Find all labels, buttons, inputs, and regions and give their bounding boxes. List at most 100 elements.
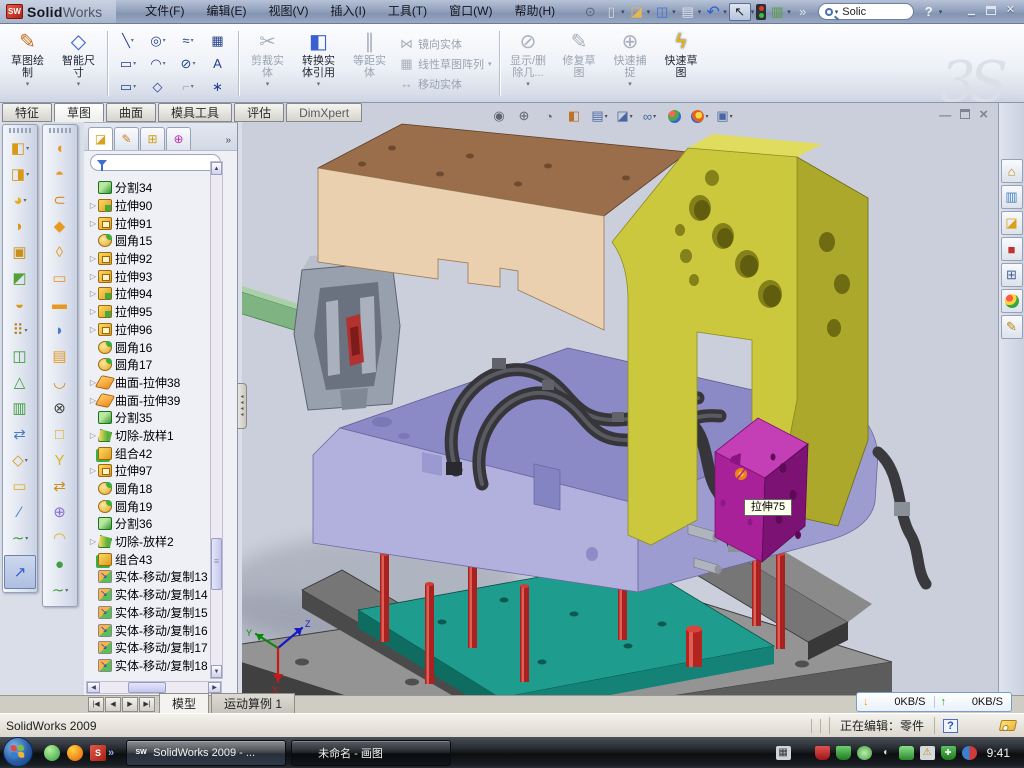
draft-icon[interactable]: ◩ — [5, 265, 35, 291]
knit-surface-icon[interactable]: ▤ — [45, 343, 75, 369]
tree-item[interactable]: ▷ 拉伸94 — [88, 285, 222, 303]
swept-boss-icon[interactable]: ◗ — [5, 213, 35, 239]
intersect-icon[interactable]: ▥ — [5, 395, 35, 421]
child-minimize-button[interactable] — [939, 109, 951, 121]
rectangle-icon[interactable]: ▭ ▾ — [113, 52, 143, 75]
appearances-scenes-icon[interactable] — [1001, 289, 1023, 313]
tree-item[interactable]: 圆角19 — [88, 497, 222, 515]
base-flange-icon[interactable]: ⊂ — [45, 187, 75, 213]
split-line-icon[interactable]: Y — [45, 447, 75, 473]
expand-arrow-icon[interactable]: ▷ — [88, 219, 98, 228]
design-library-icon[interactable]: ▥ — [1001, 185, 1023, 209]
help-icon[interactable]: ? — [919, 3, 939, 21]
expand-arrow-icon[interactable]: ▷ — [88, 289, 98, 298]
open-folder-icon[interactable]: ◪ — [627, 3, 647, 21]
pin-feature-icon[interactable]: ⊕ — [45, 499, 75, 525]
view-palette-icon[interactable]: ⊞ — [1001, 263, 1023, 287]
tab-nav-button[interactable]: ▶| — [139, 697, 155, 712]
model-side-core-unit[interactable] — [242, 250, 400, 410]
antivirus-shield-tray-icon[interactable] — [815, 746, 830, 760]
tree-item[interactable]: ▷ 拉伸97 — [88, 462, 222, 480]
search-input[interactable] — [842, 6, 892, 18]
tree-item[interactable]: 圆角18 — [88, 480, 222, 498]
tree-item[interactable]: 实体-移动/复制18 — [88, 657, 222, 675]
select-cursor-icon[interactable]: ↖ — [729, 3, 751, 21]
command-tab[interactable]: 草图 — [54, 103, 104, 122]
tree-item[interactable]: ▷ 曲面-拉伸39 — [88, 391, 222, 409]
trim-entities-button[interactable]: ✂ 剪裁实 体 ▾ — [242, 27, 293, 100]
camera-icon[interactable]: ▣ ▾ — [713, 106, 736, 126]
solidworks-resources-icon[interactable]: ⌂ — [1001, 159, 1023, 183]
selection-box-icon[interactable]: ▦ — [203, 29, 233, 52]
arc-icon[interactable]: ◠ ▾ — [143, 52, 173, 75]
minimize-button[interactable] — [964, 4, 979, 17]
line-icon[interactable]: ╲ ▾ — [113, 29, 143, 52]
section-view-icon[interactable]: ◧ — [563, 106, 586, 126]
quick-snaps-button[interactable]: ⊕ 快速捕 捉 ▾ — [605, 27, 656, 100]
zoom-to-area-icon[interactable]: ⊕ — [513, 106, 536, 126]
3d-model-exploded-mold-assembly[interactable]: Y Z X — [242, 122, 998, 695]
expand-arrow-icon[interactable]: ▷ — [88, 466, 98, 475]
apply-scene-icon[interactable] — [663, 106, 686, 126]
point-icon[interactable]: ∗ — [203, 75, 233, 98]
scroll-left-icon[interactable]: ◀ — [87, 682, 100, 693]
flex-icon[interactable]: ◊ — [45, 239, 75, 265]
tab-nav-button[interactable]: ◀ — [105, 697, 121, 712]
tree-item[interactable]: 实体-移动/复制16 — [88, 621, 222, 639]
ellipse-icon[interactable]: ⊘ ▾ — [173, 52, 203, 75]
tree-item[interactable]: 实体-移动/复制17 — [88, 639, 222, 657]
command-tab[interactable]: DimXpert — [286, 103, 362, 122]
extruded-boss-icon[interactable]: ◧ ▾ — [5, 135, 35, 161]
command-tab[interactable]: 曲面 — [106, 103, 156, 122]
planar-surface-icon[interactable]: ▬ — [45, 291, 75, 317]
hide-show-items-icon[interactable]: ∞ ▾ — [638, 106, 661, 126]
tree-item[interactable]: 分割34 — [88, 179, 222, 197]
offset-entities-button[interactable]: ∥ 等距实 体 — [344, 27, 395, 100]
menu-item[interactable]: 窗口(W) — [438, 0, 503, 23]
move-copy-body-icon[interactable]: ⇄ — [5, 421, 35, 447]
rapid-sketch-button[interactable]: ϟ 快速草 图 — [656, 27, 707, 100]
tree-vertical-scrollbar[interactable]: ▲ ▼ — [210, 161, 223, 679]
menu-item[interactable]: 帮助(H) — [503, 0, 566, 23]
shell-icon[interactable]: ▣ — [5, 239, 35, 265]
tree-item[interactable]: ▷ 拉伸95 — [88, 303, 222, 321]
expand-arrow-icon[interactable]: ▷ — [88, 307, 98, 316]
menu-item[interactable]: 插入(I) — [319, 0, 376, 23]
scroll-up-icon[interactable]: ▲ — [211, 162, 222, 175]
tree-item[interactable]: ▷ 拉伸93 — [88, 267, 222, 285]
spline-icon[interactable]: ≈ ▾ — [173, 29, 203, 52]
reference-axis-icon[interactable]: ∕ — [5, 499, 35, 525]
messenger-tray-icon[interactable] — [899, 746, 914, 760]
close-button[interactable] — [1003, 4, 1018, 17]
slot-icon[interactable]: ▭ ▾ — [113, 75, 143, 98]
command-tab[interactable]: 评估 — [234, 103, 284, 122]
launch-browser-icon[interactable] — [44, 745, 60, 761]
expand-arrow-icon[interactable]: ▷ — [88, 201, 98, 210]
scrollbar-thumb[interactable] — [211, 538, 222, 590]
toolbar-grip[interactable] — [49, 128, 71, 133]
extruded-cut-icon[interactable]: ◨ ▾ — [5, 161, 35, 187]
tree-item[interactable]: 实体-移动/复制14 — [88, 586, 222, 604]
zoom-to-fit-icon[interactable]: ◉ — [488, 106, 511, 126]
expand-arrow-icon[interactable]: ▷ — [88, 272, 98, 281]
circle-icon[interactable]: ◎ ▾ — [143, 29, 173, 52]
configuration-manager-tab-icon[interactable]: ⊞ — [140, 127, 165, 150]
convert-entities-button[interactable]: ◧ 转换实 体引用 ▾ — [293, 27, 344, 100]
tree-item[interactable]: 分割36 — [88, 515, 222, 533]
instant3d-button[interactable]: ↗ — [4, 555, 36, 589]
tree-item[interactable]: ▷ 拉伸90 — [88, 197, 222, 215]
split-icon[interactable]: △ — [5, 369, 35, 395]
quick-launch-overflow-icon[interactable]: » — [108, 747, 114, 759]
wrap-icon[interactable]: ◒ — [5, 291, 35, 317]
taskbar-task-button[interactable]: SW SolidWorks 2009 - ... — [126, 740, 286, 766]
tree-item[interactable]: 圆角17 — [88, 356, 222, 374]
tree-item[interactable]: ▷ 切除-放样2 — [88, 533, 222, 551]
thicken-icon[interactable]: □ — [45, 421, 75, 447]
display-style-icon[interactable]: ◪ ▾ — [613, 106, 636, 126]
move-entities-icon[interactable]: ↔ 移动实体 — [399, 76, 492, 92]
delete-body-icon[interactable]: ◇ ▾ — [5, 447, 35, 473]
view-orientation-icon[interactable]: ▤ ▾ — [588, 106, 611, 126]
sketch-text-icon[interactable]: A — [203, 52, 233, 75]
delete-face-icon[interactable]: ⊗ — [45, 395, 75, 421]
spline-surface-icon[interactable]: ∼ ▾ — [45, 577, 75, 603]
